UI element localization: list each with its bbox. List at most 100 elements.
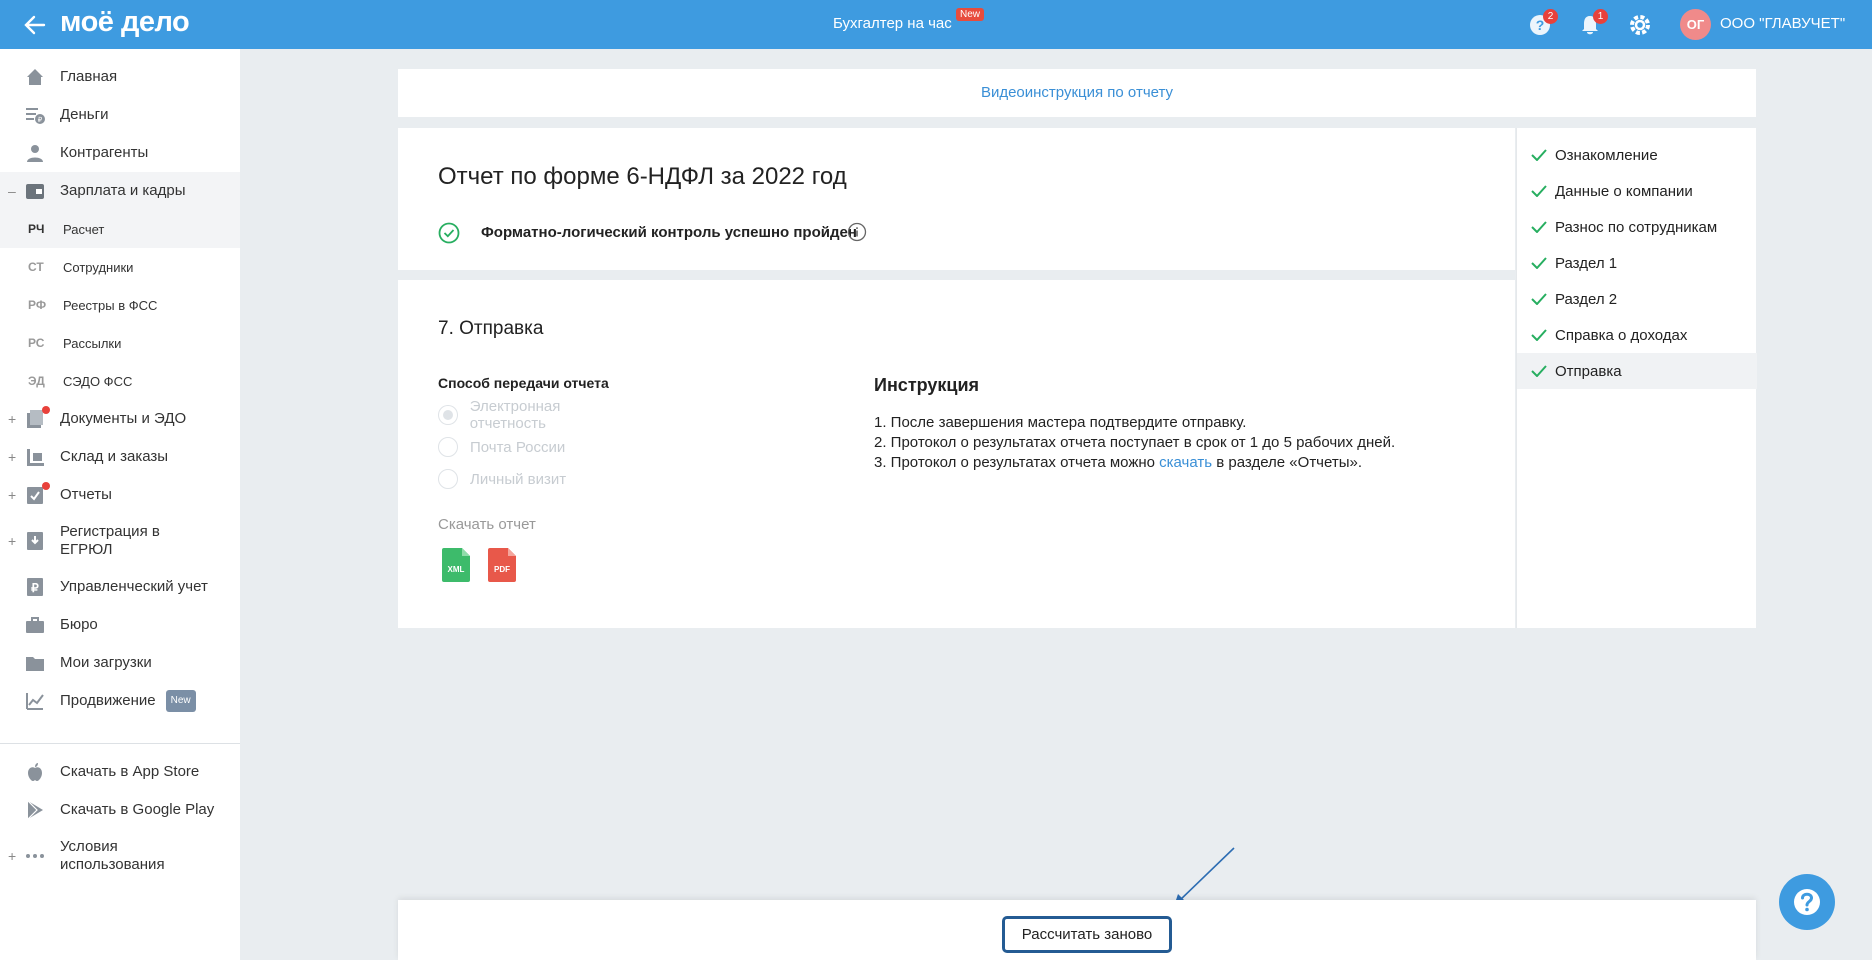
radio-post[interactable]: Почта России <box>438 435 638 459</box>
sidebar-item-app-store[interactable]: Скачать в App Store <box>0 753 240 791</box>
accountant-per-hour-link[interactable]: Бухгалтер на час <box>833 15 952 32</box>
sidebar-item-money[interactable]: ₽ Деньги <box>0 96 240 134</box>
sidebar-item-bureau[interactable]: Бюро <box>0 606 240 644</box>
more-icon <box>26 854 44 858</box>
step-sending[interactable]: Отправка <box>1517 353 1757 389</box>
sidebar-subitem-sedo[interactable]: ЭД СЭДО ФСС <box>0 362 240 400</box>
new-badge: New <box>165 690 196 712</box>
sidebar-item-management[interactable]: ₽ Управленческий учет <box>0 568 240 606</box>
app-logo[interactable]: моё дело <box>60 6 190 39</box>
notification-count-badge: 1 <box>1593 9 1608 24</box>
video-instruction-link[interactable]: Видеоинструкция по отчету <box>398 69 1756 117</box>
transfer-method-title: Способ передачи отчета <box>438 375 609 391</box>
org-avatar[interactable]: ОГ <box>1680 9 1711 40</box>
report-header-panel: Отчет по форме 6-НДФЛ за 2022 год Формат… <box>398 128 1515 270</box>
radio-visit[interactable]: Личный визит <box>438 467 638 491</box>
sidebar-item-label: Бюро <box>60 616 98 633</box>
step-section-2[interactable]: Раздел 2 <box>1517 281 1757 317</box>
expand-sign[interactable]: + <box>8 848 16 864</box>
sidebar: Главная ₽ Деньги Контрагенты – Зарплата … <box>0 49 240 960</box>
recalculate-button[interactable]: Рассчитать заново <box>1002 916 1172 953</box>
step-section-1[interactable]: Раздел 1 <box>1517 245 1757 281</box>
sidebar-item-promotion[interactable]: Продвижение New <box>0 682 240 720</box>
sidebar-subitem-calc[interactable]: РЧ Расчет <box>0 210 240 248</box>
back-arrow-icon[interactable] <box>22 12 48 38</box>
expand-sign[interactable]: + <box>8 411 16 427</box>
org-name[interactable]: ООО "ГЛАВУЧЕТ" <box>1720 15 1845 32</box>
download-report-label: Скачать отчет <box>438 516 536 533</box>
expand-sign[interactable]: + <box>8 449 16 465</box>
collapse-sign[interactable]: – <box>8 183 16 199</box>
folder-icon <box>26 657 44 671</box>
check-icon <box>1531 293 1547 305</box>
step-label: Ознакомление <box>1555 146 1658 164</box>
subitem-abbr: РЧ <box>28 222 45 236</box>
bureau-icon <box>26 617 44 633</box>
subitem-label: Реестры в ФСС <box>63 297 158 313</box>
notification-dot <box>42 406 50 414</box>
check-icon <box>1531 257 1547 269</box>
sidebar-item-label: Регистрация в ЕГРЮЛ <box>60 523 160 558</box>
radio-electronic[interactable]: Электронная отчетность <box>438 398 638 432</box>
sidebar-item-salary[interactable]: – Зарплата и кадры <box>0 172 240 210</box>
sidebar-item-reports[interactable]: + Отчеты <box>0 476 240 514</box>
pdf-file-icon[interactable]: PDF <box>488 548 516 582</box>
management-icon: ₽ <box>27 578 43 596</box>
step-company[interactable]: Данные о компании <box>1517 173 1757 209</box>
subitem-abbr: РФ <box>28 298 47 312</box>
sidebar-item-registration[interactable]: + Регистрация в ЕГРЮЛ <box>0 514 240 568</box>
step-label: Отправка <box>1555 362 1622 380</box>
top-bar: моё дело Бухгалтер на час New ? 2 1 ОГ О… <box>0 0 1872 49</box>
help-chat-button[interactable] <box>1779 874 1835 930</box>
google-play-icon <box>27 800 43 820</box>
instruction-line: 3. Протокол о результатах отчета можно с… <box>874 454 1363 471</box>
step-intro[interactable]: Ознакомление <box>1517 137 1757 173</box>
xml-file-icon[interactable]: XML <box>442 548 470 582</box>
sending-panel: 7. Отправка Способ передачи отчета Элект… <box>398 280 1515 628</box>
bell-icon[interactable]: 1 <box>1577 9 1608 38</box>
sidebar-item-label: Скачать в Google Play <box>60 801 215 818</box>
check-icon <box>1531 221 1547 233</box>
sidebar-item-downloads[interactable]: Мои загрузки <box>0 644 240 682</box>
help-icon[interactable]: ? 2 <box>1527 9 1558 38</box>
sidebar-item-label: Главная <box>60 68 118 85</box>
promotion-icon <box>26 693 44 710</box>
registration-icon <box>27 532 43 550</box>
step-income-certificate[interactable]: Справка о доходах <box>1517 317 1757 353</box>
notification-dot <box>42 482 50 490</box>
sidebar-subitem-fss-registers[interactable]: РФ Реестры в ФСС <box>0 286 240 324</box>
svg-text:₽: ₽ <box>38 116 43 124</box>
sidebar-item-contractors[interactable]: Контрагенты <box>0 134 240 172</box>
sidebar-item-terms[interactable]: + Условия использования <box>0 829 240 883</box>
contractors-icon <box>27 145 43 162</box>
sidebar-subitem-mailings[interactable]: РС Рассылки <box>0 324 240 362</box>
sidebar-item-label: Отчеты <box>60 486 112 503</box>
money-icon: ₽ <box>26 108 45 124</box>
step-employees[interactable]: Разнос по сотрудникам <box>1517 209 1757 245</box>
sidebar-item-warehouse[interactable]: + Склад и заказы <box>0 438 240 476</box>
sidebar-divider <box>0 743 240 744</box>
instruction-line: 1. После завершения мастера подтвердите … <box>874 414 1247 431</box>
sidebar-item-home[interactable]: Главная <box>0 58 240 96</box>
warehouse-icon <box>27 449 44 466</box>
info-icon[interactable] <box>847 222 867 242</box>
sidebar-subitem-employees[interactable]: СТ Сотрудники <box>0 248 240 286</box>
sidebar-item-label: Зарплата и кадры <box>60 182 186 199</box>
expand-sign[interactable]: + <box>8 533 16 549</box>
radio-button[interactable] <box>438 405 458 425</box>
sidebar-item-google-play[interactable]: Скачать в Google Play <box>0 791 240 829</box>
section-title: 7. Отправка <box>438 318 544 339</box>
sidebar-item-label: Склад и заказы <box>60 448 169 465</box>
sidebar-item-documents[interactable]: + Документы и ЭДО <box>0 400 240 438</box>
sidebar-item-label: Условия использования <box>60 838 165 873</box>
radio-button[interactable] <box>438 437 458 457</box>
sidebar-item-label: Деньги <box>60 106 109 123</box>
expand-sign[interactable]: + <box>8 487 16 503</box>
radio-button[interactable] <box>438 469 458 489</box>
flk-status-text: Форматно-логический контроль успешно про… <box>481 224 857 241</box>
svg-text:XML: XML <box>448 565 465 574</box>
gear-icon[interactable] <box>1627 12 1653 38</box>
question-icon <box>1794 889 1820 915</box>
download-link[interactable]: скачать <box>1159 454 1212 471</box>
sidebar-item-label: Продвижение New <box>60 690 196 712</box>
